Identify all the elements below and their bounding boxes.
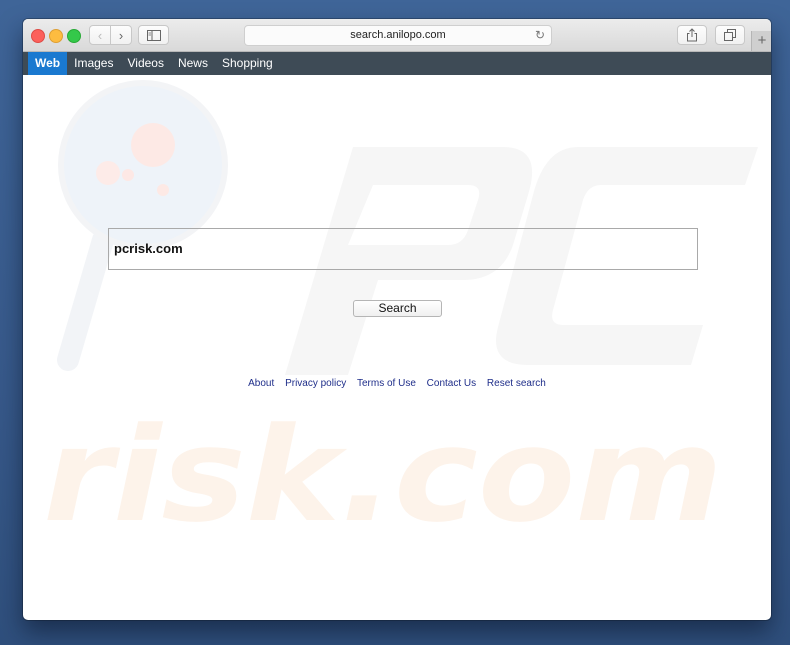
page-content: risk.com pcrisk.com Search About Privacy… xyxy=(23,75,771,620)
terms-of-use-link[interactable]: Terms of Use xyxy=(357,378,416,389)
reset-search-link[interactable]: Reset search xyxy=(487,378,546,389)
nav-tab-images[interactable]: Images xyxy=(67,52,120,75)
url-text: search.anilopo.com xyxy=(350,29,446,41)
nav-tab-videos[interactable]: Videos xyxy=(120,52,170,75)
new-tab-button[interactable]: + xyxy=(751,31,771,51)
address-bar[interactable]: search.anilopo.com ↻ xyxy=(244,25,552,46)
show-tabs-button[interactable] xyxy=(715,25,745,45)
share-button[interactable] xyxy=(677,25,707,45)
search-nav: Web Images Videos News Shopping xyxy=(23,52,771,75)
back-button[interactable]: ‹ xyxy=(89,25,111,45)
chevron-left-icon: ‹ xyxy=(97,27,103,43)
nav-tab-news[interactable]: News xyxy=(171,52,215,75)
plus-icon: + xyxy=(757,32,767,49)
sidebar-toggle-button[interactable] xyxy=(138,25,169,45)
browser-window: ‹ › search.anilopo.com ↻ + Web Images Vi… xyxy=(23,19,771,620)
privacy-policy-link[interactable]: Privacy policy xyxy=(285,378,346,389)
watermark-risk-text: risk.com xyxy=(43,399,723,551)
title-bar: ‹ › search.anilopo.com ↻ + xyxy=(23,19,771,52)
magnifier-logo xyxy=(57,80,228,371)
chevron-right-icon: › xyxy=(118,27,124,43)
sidebar-icon xyxy=(146,29,161,41)
nav-tab-web[interactable]: Web xyxy=(28,52,68,75)
contact-us-link[interactable]: Contact Us xyxy=(427,378,476,389)
reload-icon[interactable]: ↻ xyxy=(535,26,545,45)
close-window-button[interactable] xyxy=(31,29,45,43)
search-input-value: pcrisk.com xyxy=(114,241,183,256)
search-input[interactable]: pcrisk.com xyxy=(108,228,698,270)
nav-tab-shopping[interactable]: Shopping xyxy=(215,52,280,75)
about-link[interactable]: About xyxy=(248,378,274,389)
share-icon xyxy=(687,28,697,42)
zoom-window-button[interactable] xyxy=(67,29,81,43)
search-button[interactable]: Search xyxy=(353,300,442,317)
tabs-icon xyxy=(724,29,736,41)
pcrisk-watermark: risk.com xyxy=(43,80,758,551)
minimize-window-button[interactable] xyxy=(49,29,63,43)
forward-button[interactable]: › xyxy=(110,25,132,45)
footer-links: About Privacy policy Terms of Use Contac… xyxy=(23,378,771,389)
